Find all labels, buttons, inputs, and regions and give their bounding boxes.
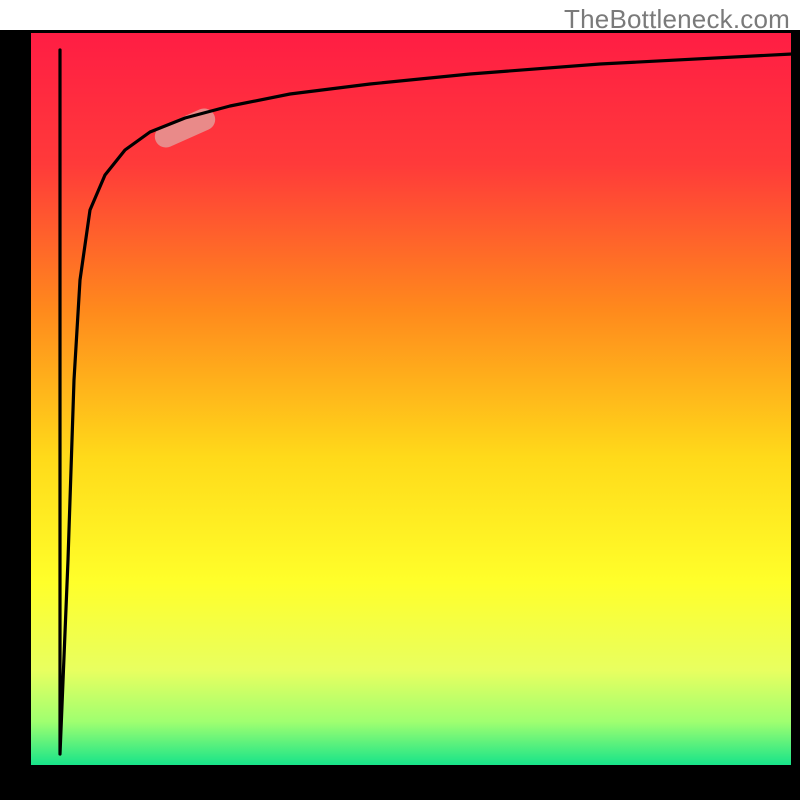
chart-stage: TheBottleneck.com — [0, 0, 800, 800]
chart-svg — [0, 0, 800, 800]
plot-background — [30, 32, 792, 766]
watermark-text: TheBottleneck.com — [564, 4, 790, 35]
